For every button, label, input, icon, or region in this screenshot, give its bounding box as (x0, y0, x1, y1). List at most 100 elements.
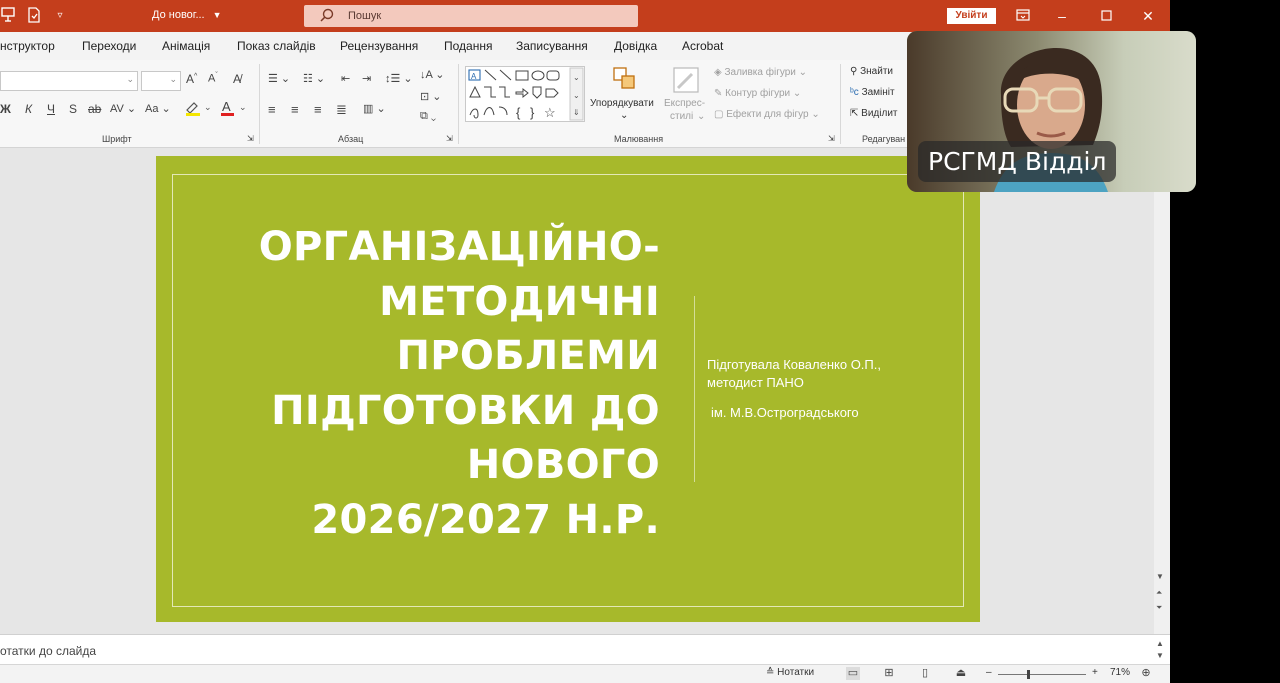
tab-review[interactable]: Рецензування (340, 39, 418, 53)
chevron-down-icon: ▼ (212, 10, 222, 20)
select-button[interactable]: ⇱ Виділит (850, 108, 898, 119)
svg-text:⇓: ⇓ (573, 108, 580, 117)
find-button[interactable]: ⚲ Знайти (850, 66, 893, 77)
font-family-select[interactable]: ⌄ (0, 71, 138, 91)
group-label-editing: Редагуван (862, 134, 906, 144)
zoom-in-button[interactable]: + (1092, 667, 1098, 678)
align-left-icon[interactable]: ≡ (268, 102, 276, 117)
svg-text:⌄: ⌄ (573, 91, 580, 100)
slide-canvas[interactable]: ОРГАНІЗАЦІЙНО- МЕТОДИЧНІ ПРОБЛЕМИ ПІДГОТ… (156, 156, 980, 622)
maximize-icon[interactable] (1095, 6, 1117, 26)
present-icon[interactable] (0, 7, 16, 25)
slide-subtitle-author[interactable]: Підготувала Коваленко О.П., (707, 357, 881, 372)
slide-subtitle-role[interactable]: методист ПАНО (707, 375, 804, 390)
text-direction-icon[interactable]: ↓A ⌄ (420, 68, 445, 81)
drawing-dialog-launcher-icon[interactable]: ⇲ (828, 134, 835, 143)
replace-button[interactable]: ᵇc Замініт (850, 87, 895, 98)
tab-acrobat[interactable]: Acrobat (682, 39, 723, 53)
arrange-icon[interactable] (612, 66, 638, 95)
justify-icon[interactable]: ≣ (336, 102, 347, 118)
notes-placeholder: отатки до слайда (0, 644, 97, 658)
search-placeholder: Пошук (348, 10, 382, 22)
highlight-color-icon[interactable]: ⌄ (184, 100, 212, 119)
decrease-indent-icon[interactable]: ⇤ (341, 72, 350, 85)
search-box[interactable]: Пошук (304, 5, 638, 27)
tab-view[interactable]: Подання (444, 39, 492, 53)
slide-title-line: ПІДГОТОВКИ ДО (271, 387, 660, 434)
paragraph-dialog-launcher-icon[interactable]: ⇲ (446, 134, 453, 143)
quick-styles-label-2: стилі (670, 111, 694, 122)
scroll-up-icon[interactable]: ▲ (1156, 639, 1164, 648)
svg-text:☆: ☆ (544, 105, 556, 120)
bold-button[interactable]: Ж (0, 102, 11, 116)
title-bar: ▿ До новог... ▼ Пошук Увійти – ✕ (0, 0, 1170, 32)
zoom-level[interactable]: 71% (1110, 667, 1130, 678)
video-call-tile[interactable]: РСГМД Відділ (907, 31, 1196, 192)
arrange-button[interactable]: Упорядкувати (590, 98, 654, 109)
strikethrough-button[interactable]: ab (88, 102, 101, 116)
vertical-scrollbar[interactable] (1154, 148, 1170, 634)
export-pdf-icon[interactable] (26, 7, 42, 25)
zoom-out-button[interactable]: – (986, 667, 992, 678)
previous-slide-icon[interactable]: ⏶ (1156, 588, 1162, 598)
zoom-slider-knob[interactable] (1027, 670, 1030, 679)
align-right-icon[interactable]: ≡ (314, 102, 322, 117)
select-label: Виділит (861, 108, 898, 119)
next-slide-icon[interactable]: ⏷ (1156, 603, 1162, 613)
tab-transitions[interactable]: Переходи (82, 39, 136, 53)
minimize-icon[interactable]: – (1051, 6, 1073, 26)
italic-button[interactable]: К (25, 102, 32, 116)
fit-to-window-icon[interactable]: ⊕ (1139, 667, 1153, 680)
font-color-icon[interactable]: A ⌄ (220, 99, 248, 119)
bullets-icon[interactable]: ☰ ⌄ (268, 72, 290, 85)
ribbon-display-options-icon[interactable] (1012, 6, 1034, 26)
align-text-icon[interactable]: ⊡ ⌄ (420, 90, 442, 103)
normal-view-icon[interactable]: ▭ (846, 667, 860, 680)
line-spacing-icon[interactable]: ↕☰ ⌄ (385, 72, 413, 85)
search-icon (320, 8, 334, 22)
tab-slide-show[interactable]: Показ слайдів (237, 39, 316, 53)
shape-outline-button[interactable]: ✎ Контур фігури ⌄ (714, 88, 801, 99)
tab-designer[interactable]: нструктор (0, 39, 55, 53)
increase-indent-icon[interactable]: ⇥ (362, 72, 371, 85)
columns-icon[interactable]: ▥ ⌄ (363, 102, 386, 115)
slide-title[interactable]: ОРГАНІЗАЦІЙНО- МЕТОДИЧНІ ПРОБЛЕМИ ПІДГОТ… (196, 220, 660, 547)
zoom-slider-track[interactable] (998, 674, 1086, 675)
change-case-button[interactable]: Aa ⌄ (145, 102, 171, 115)
character-spacing-button[interactable]: AV ⌄ (110, 102, 136, 115)
align-center-icon[interactable]: ≡ (291, 102, 299, 117)
notes-toggle-button[interactable]: ≙ Нотатки (766, 667, 814, 678)
grow-font-button[interactable]: A^ (186, 72, 197, 86)
shape-effects-button[interactable]: ▢ Ефекти для фігур ⌄ (714, 109, 820, 120)
shapes-gallery[interactable]: A { } ☆ ⌄ ⌄ ⇓ (465, 66, 585, 122)
document-title[interactable]: До новог... ▼ (152, 9, 222, 21)
slide-show-icon[interactable]: ⏏ (954, 667, 968, 680)
ribbon-separator (259, 64, 260, 144)
quick-styles-icon[interactable] (672, 66, 700, 97)
svg-text:⌄: ⌄ (573, 73, 580, 82)
font-size-select[interactable]: ⌄ (141, 71, 181, 91)
scroll-down-icon[interactable]: ▼ (1156, 572, 1164, 581)
sign-in-button[interactable]: Увійти (947, 8, 996, 24)
slide-sorter-icon[interactable]: ⊞ (882, 667, 896, 680)
close-icon[interactable]: ✕ (1137, 6, 1159, 26)
scroll-down-icon[interactable]: ▼ (1156, 651, 1164, 660)
reading-view-icon[interactable]: ▯ (918, 667, 932, 680)
shape-fill-button[interactable]: ◈ Заливка фігури ⌄ (714, 67, 807, 78)
font-dialog-launcher-icon[interactable]: ⇲ (247, 134, 254, 143)
clear-formatting-icon[interactable]: A̸ (233, 72, 241, 86)
text-shadow-button[interactable]: S (69, 102, 77, 116)
tab-animations[interactable]: Анімація (162, 39, 210, 53)
smartart-icon[interactable]: ⧉ ⌄ (420, 110, 436, 123)
search-icon: ⚲ (850, 66, 861, 77)
tab-recording[interactable]: Записування (516, 39, 588, 53)
notes-pane[interactable]: отатки до слайда ▲ ▼ (0, 634, 1170, 666)
slide-subtitle-institution[interactable]: ім. М.В.Остроградського (711, 405, 859, 420)
numbering-icon[interactable]: ☷ ⌄ (303, 72, 325, 85)
cursor-icon: ⇱ (850, 108, 862, 119)
shrink-font-button[interactable]: Aˇ (208, 72, 218, 85)
customize-quick-access-icon[interactable]: ▿ (52, 7, 68, 25)
tab-help[interactable]: Довідка (614, 39, 657, 53)
slide-title-line: 2026/2027 Н.Р. (311, 496, 660, 543)
underline-button[interactable]: Ч (47, 102, 55, 116)
